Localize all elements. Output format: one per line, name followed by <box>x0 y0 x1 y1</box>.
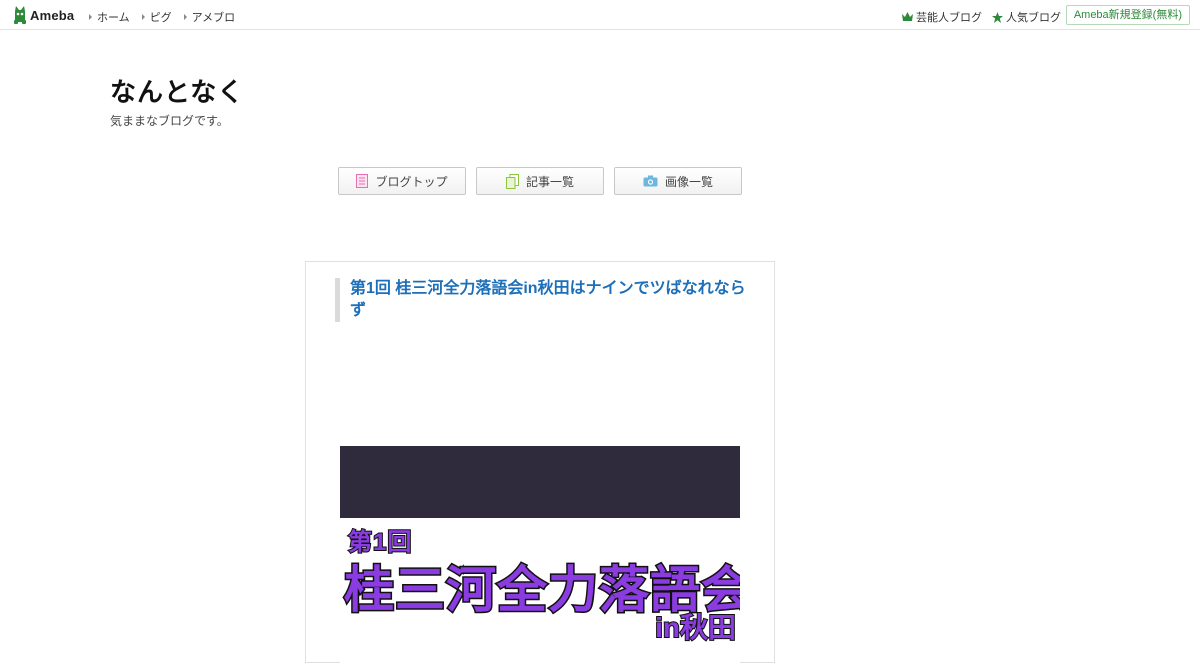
celebrity-blog-label: 芸能人ブログ <box>916 12 982 24</box>
tab-blog-top[interactable]: ブログトップ <box>338 167 466 195</box>
triangle-right-icon <box>89 14 92 20</box>
entry-image[interactable]: 第1回 桂三河全力落語会 in秋田 <box>340 446 740 666</box>
crown-icon <box>902 12 913 21</box>
global-header: Ameba ホーム ピグ アメブロ 芸能人ブログ 人気ブログ Ameba新規登録… <box>0 0 1200 30</box>
pages-icon <box>505 173 519 189</box>
entry-title-link[interactable]: 第1回 桂三河全力落語会in秋田はナインでツばなれならず <box>335 278 750 322</box>
header-right-links: 芸能人ブログ 人気ブログ <box>892 9 1061 25</box>
ameba-logo-icon <box>14 6 26 24</box>
nav-label: ピグ <box>149 12 172 24</box>
global-nav: ホーム ピグ アメブロ <box>89 9 247 25</box>
tab-label: 画像一覧 <box>664 174 713 189</box>
celebrity-blog-link[interactable]: 芸能人ブログ <box>902 9 982 25</box>
blog-title[interactable]: なんとなく <box>110 72 244 109</box>
nav-item-pigg[interactable]: ピグ <box>141 9 172 25</box>
tab-entry-list[interactable]: 記事一覧 <box>476 167 604 195</box>
register-button[interactable]: Ameba新規登録(無料) <box>1065 5 1190 25</box>
image-poster: 第1回 桂三河全力落語会 in秋田 <box>340 518 740 666</box>
popular-blog-label: 人気ブログ <box>1006 12 1061 24</box>
tab-label: 記事一覧 <box>525 174 574 189</box>
triangle-right-icon <box>183 14 187 20</box>
tab-label: ブログトップ <box>375 174 448 189</box>
star-icon <box>992 11 1003 23</box>
blog-description: 気ままなブログです。 <box>110 114 229 128</box>
logo-text: Ameba <box>30 7 75 23</box>
entry-card: 第1回 桂三河全力落語会in秋田はナインでツばなれならず 第1回 桂三河全力落語… <box>305 261 775 666</box>
triangle-right-icon <box>141 14 145 20</box>
nav-label: アメブロ <box>191 12 236 24</box>
popular-blog-link[interactable]: 人気ブログ <box>992 9 1061 25</box>
poster-text-line3: in秋田 <box>654 611 737 644</box>
camera-icon <box>643 175 658 187</box>
image-dark-band <box>340 446 740 518</box>
nav-label: ホーム <box>97 12 130 24</box>
tab-image-list[interactable]: 画像一覧 <box>614 167 742 195</box>
blog-tabs: ブログトップ 記事一覧 画像一覧 <box>338 167 752 195</box>
nav-item-home[interactable]: ホーム <box>89 9 130 25</box>
document-icon <box>356 174 369 188</box>
ameba-logo[interactable]: Ameba <box>13 6 74 24</box>
nav-item-ameblo[interactable]: アメブロ <box>183 9 236 25</box>
